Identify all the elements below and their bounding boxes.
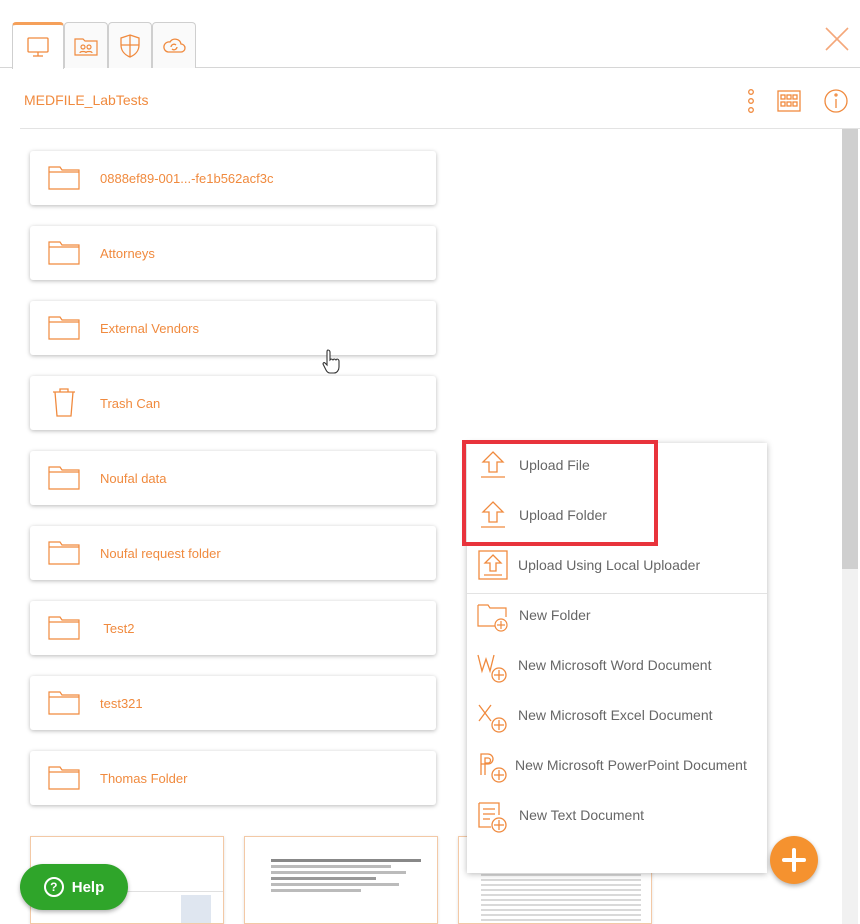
- thumbnail-text: [271, 857, 421, 895]
- folder-name: Test2: [100, 620, 135, 636]
- menu-item-label: New Folder: [519, 607, 591, 623]
- cloud-sync-icon: [163, 38, 186, 53]
- hand-cursor-icon: [322, 349, 340, 374]
- powerpoint-add-icon: [480, 753, 507, 783]
- close-icon[interactable]: [824, 26, 850, 52]
- header-divider: [20, 128, 860, 129]
- help-button[interactable]: ? Help: [20, 864, 128, 910]
- text-add-icon: [478, 802, 507, 833]
- trash-card[interactable]: Trash Can: [30, 376, 436, 430]
- more-vertical-icon: [748, 89, 754, 113]
- shared-folder-icon: [74, 37, 98, 56]
- folder-icon: [48, 316, 80, 340]
- folder-card[interactable]: External Vendors: [30, 301, 436, 355]
- folder-card[interactable]: 0888ef89-001...-fe1b562acf3c: [30, 151, 436, 205]
- word-add-icon: [477, 654, 507, 683]
- trash-icon: [53, 388, 75, 417]
- folder-name: Trash Can: [100, 395, 161, 411]
- menu-item-label: New Text Document: [519, 807, 645, 823]
- folder-name: Noufal request folder: [100, 545, 221, 561]
- folder-name: Noufal data: [100, 470, 167, 486]
- folder-card[interactable]: Attorneys: [30, 226, 436, 280]
- folder-card[interactable]: test321: [30, 676, 436, 730]
- folder-card[interactable]: Thomas Folder: [30, 751, 436, 805]
- folder-name: Attorneys: [100, 245, 155, 261]
- menu-item-label: New Microsoft Excel Document: [518, 707, 713, 723]
- question-icon: ?: [43, 877, 64, 897]
- menu-item-new-excel[interactable]: New Microsoft Excel Document: [467, 693, 767, 737]
- new-folder-icon: [477, 604, 508, 632]
- shield-icon: [120, 33, 140, 58]
- plus-icon: [782, 848, 806, 872]
- menu-item-new-word[interactable]: New Microsoft Word Document: [467, 643, 767, 687]
- menu-item-label: New Microsoft PowerPoint Document: [515, 757, 747, 773]
- annotation-highlight-box: [462, 440, 658, 546]
- folder-icon: [48, 691, 80, 715]
- menu-item-local-uploader[interactable]: Upload Using Local Uploader: [467, 543, 767, 587]
- info-icon: [824, 89, 848, 113]
- folder-card[interactable]: Test2: [30, 601, 436, 655]
- more-options-button[interactable]: [744, 88, 758, 114]
- folder-name: External Vendors: [100, 320, 200, 336]
- excel-add-icon: [478, 704, 507, 733]
- folder-name: test321: [100, 695, 143, 711]
- menu-item-label: Upload Using Local Uploader: [518, 557, 701, 573]
- breadcrumb[interactable]: MEDFILE_LabTests: [24, 92, 149, 108]
- tab-computer[interactable]: [12, 22, 64, 69]
- folder-card[interactable]: Noufal data: [30, 451, 436, 505]
- local-uploader-icon: [478, 550, 508, 580]
- tab-bar: [0, 0, 860, 69]
- tab-shared[interactable]: [64, 22, 108, 68]
- help-label: Help: [71, 878, 105, 896]
- info-button[interactable]: [822, 88, 850, 114]
- folder-icon: [48, 616, 80, 640]
- folder-name: Thomas Folder: [100, 770, 188, 786]
- folder-name: 0888ef89-001...-fe1b562acf3c: [100, 170, 274, 186]
- folder-icon: [48, 241, 80, 265]
- menu-item-label: New Microsoft Word Document: [518, 657, 712, 673]
- menu-item-new-powerpoint[interactable]: New Microsoft PowerPoint Document: [467, 743, 767, 787]
- file-thumbnail[interactable]: [244, 836, 438, 924]
- scrollbar-thumb[interactable]: [842, 129, 858, 569]
- menu-item-new-text[interactable]: New Text Document: [467, 793, 767, 837]
- add-button[interactable]: [770, 836, 818, 884]
- tab-security[interactable]: [108, 22, 152, 68]
- folder-icon: [48, 466, 80, 490]
- folder-icon: [48, 166, 80, 190]
- monitor-icon: [27, 37, 49, 57]
- thumbnail-image: [181, 895, 211, 923]
- folder-icon: [48, 541, 80, 565]
- view-toggle-button[interactable]: [776, 88, 802, 114]
- menu-item-new-folder[interactable]: New Folder: [467, 593, 767, 637]
- folder-card[interactable]: Noufal request folder: [30, 526, 436, 580]
- grid-view-icon: [777, 90, 801, 112]
- tab-cloud[interactable]: [152, 22, 196, 68]
- folder-icon: [48, 766, 80, 790]
